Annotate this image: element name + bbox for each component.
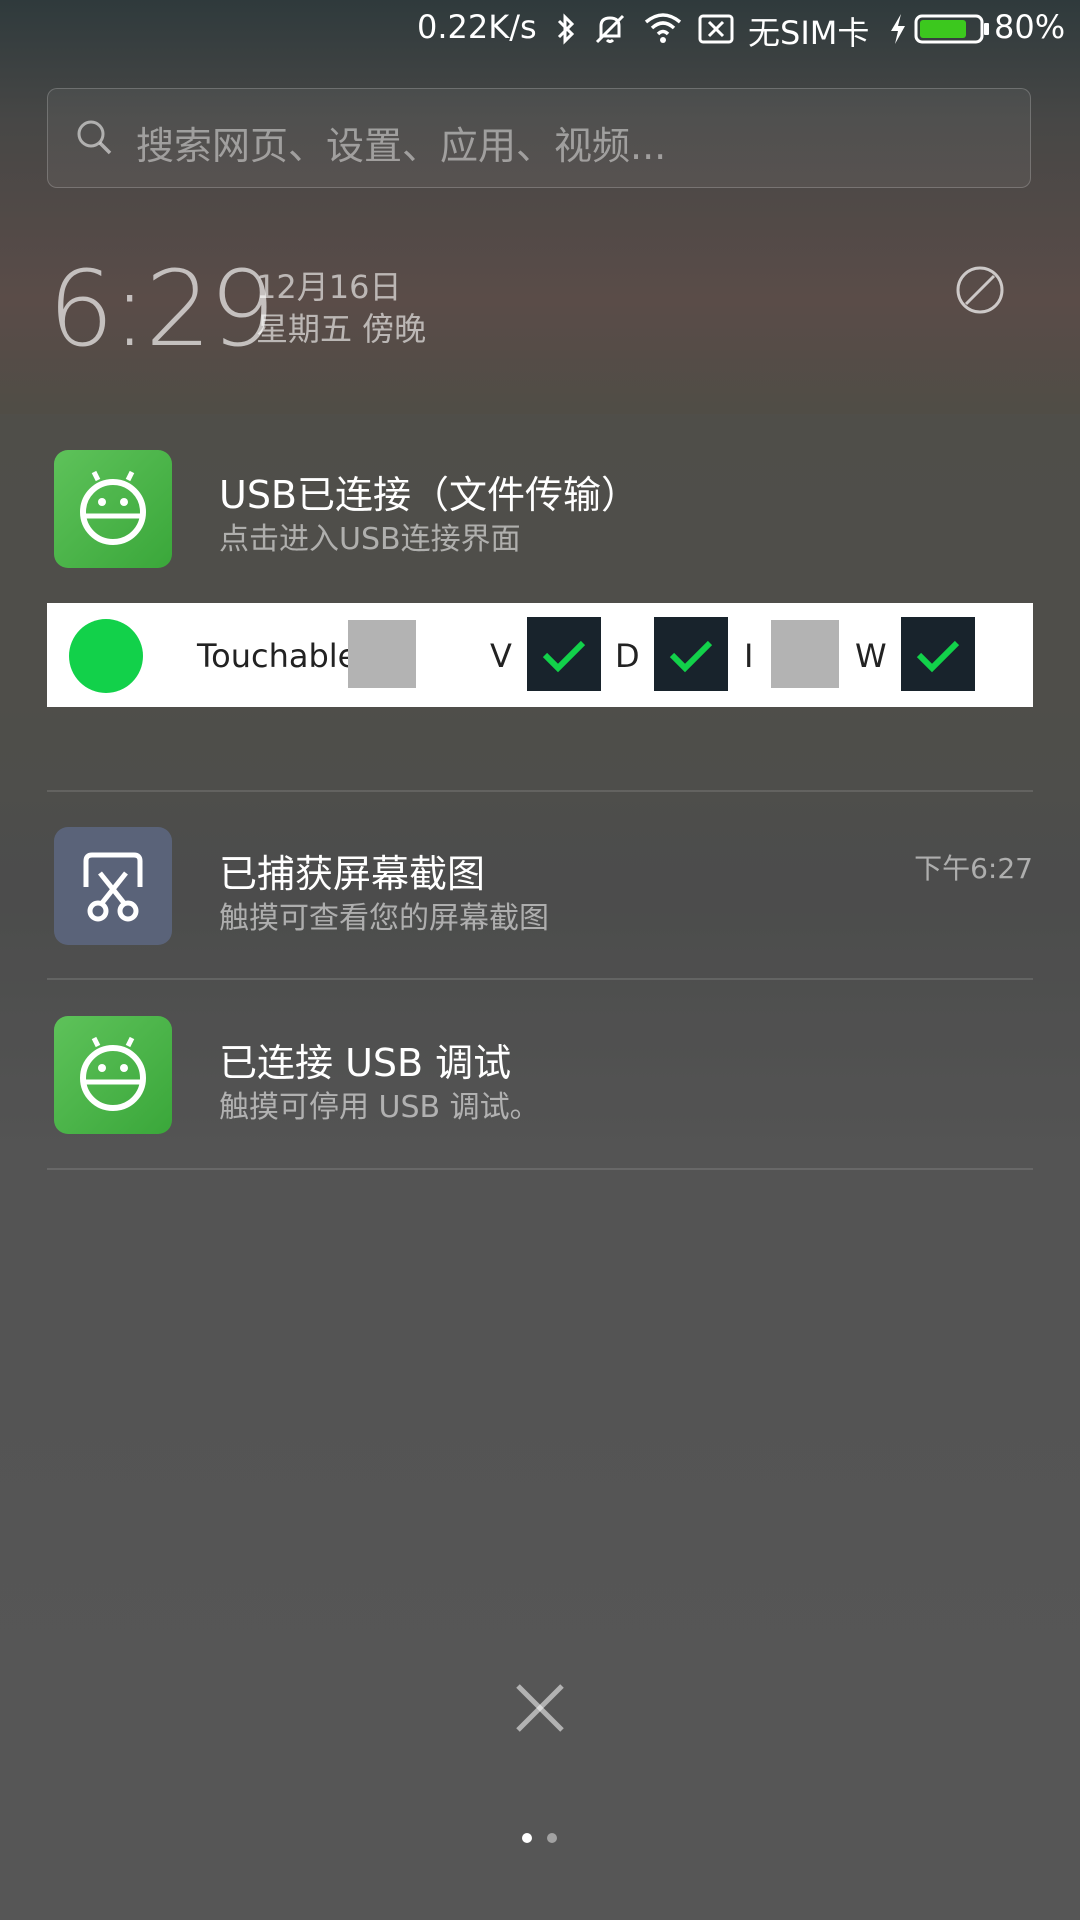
clear-all-button[interactable] bbox=[512, 1680, 568, 1736]
toggle-label-w: W bbox=[855, 637, 887, 675]
check-icon bbox=[669, 640, 713, 673]
close-icon bbox=[516, 1684, 564, 1732]
search-input[interactable]: 搜索网页、设置、应用、视频... bbox=[47, 88, 1031, 188]
page-dot-active bbox=[522, 1833, 532, 1843]
toggle-w-checkbox[interactable] bbox=[901, 617, 975, 691]
page-dot bbox=[547, 1833, 557, 1843]
toggle-v-checkbox[interactable] bbox=[527, 617, 601, 691]
divider bbox=[47, 978, 1033, 980]
debug-toggle-bar: Touchable V D I W bbox=[47, 603, 1033, 707]
notification-title: 已连接 USB 调试 bbox=[219, 1041, 512, 1085]
charging-icon bbox=[888, 12, 908, 50]
toggle-label-v: V bbox=[490, 637, 512, 675]
touchable-label: Touchable bbox=[197, 637, 358, 675]
no-data-icon bbox=[698, 14, 734, 48]
battery-percent: 80% bbox=[994, 8, 1066, 46]
divider bbox=[47, 790, 1033, 792]
check-icon bbox=[916, 640, 960, 673]
notification-title: 已捕获屏幕截图 bbox=[219, 852, 486, 896]
notification-usb-debugging[interactable]: 已连接 USB 调试 触摸可停用 USB 调试。 bbox=[47, 1016, 1033, 1134]
toggle-label-i: I bbox=[744, 637, 754, 675]
notification-time: 下午6:27 bbox=[914, 852, 1033, 885]
mute-icon bbox=[592, 12, 628, 50]
toggle-label-d: D bbox=[615, 637, 640, 675]
toggle-i-checkbox[interactable] bbox=[771, 620, 839, 688]
notification-subtitle: 触摸可查看您的屏幕截图 bbox=[219, 901, 549, 936]
touchable-checkbox[interactable] bbox=[348, 620, 416, 688]
check-icon bbox=[542, 640, 586, 673]
toggle-d-checkbox[interactable] bbox=[654, 617, 728, 691]
bluetooth-icon bbox=[556, 12, 576, 50]
android-icon bbox=[54, 450, 172, 568]
search-placeholder: 搜索网页、设置、应用、视频... bbox=[136, 124, 667, 168]
divider bbox=[47, 1168, 1033, 1170]
battery-icon bbox=[914, 14, 990, 48]
do-not-disturb-icon[interactable] bbox=[954, 264, 1006, 320]
clock-time: 6:29 bbox=[48, 248, 276, 370]
search-icon bbox=[74, 117, 116, 163]
notification-title: USB已连接（文件传输） bbox=[219, 473, 640, 517]
wifi-icon bbox=[644, 12, 682, 48]
status-bar: 0.22K/s 无SIM卡 80% bbox=[0, 0, 1080, 58]
clock-weekday: 星期五 傍晚 bbox=[256, 310, 427, 348]
android-icon bbox=[54, 1016, 172, 1134]
network-speed: 0.22K/s bbox=[417, 8, 537, 46]
notification-subtitle: 触摸可停用 USB 调试。 bbox=[219, 1090, 540, 1125]
status-dot[interactable] bbox=[69, 619, 143, 693]
notification-screenshot[interactable]: 已捕获屏幕截图 触摸可查看您的屏幕截图 下午6:27 bbox=[47, 827, 1033, 945]
clock-date: 12月16日 bbox=[256, 268, 402, 306]
notification-usb-connected[interactable]: USB已连接（文件传输） 点击进入USB连接界面 bbox=[47, 450, 1033, 568]
screenshot-icon bbox=[54, 827, 172, 945]
page-indicator bbox=[521, 1830, 561, 1849]
notification-subtitle: 点击进入USB连接界面 bbox=[219, 522, 521, 557]
sim-status: 无SIM卡 bbox=[748, 14, 870, 52]
